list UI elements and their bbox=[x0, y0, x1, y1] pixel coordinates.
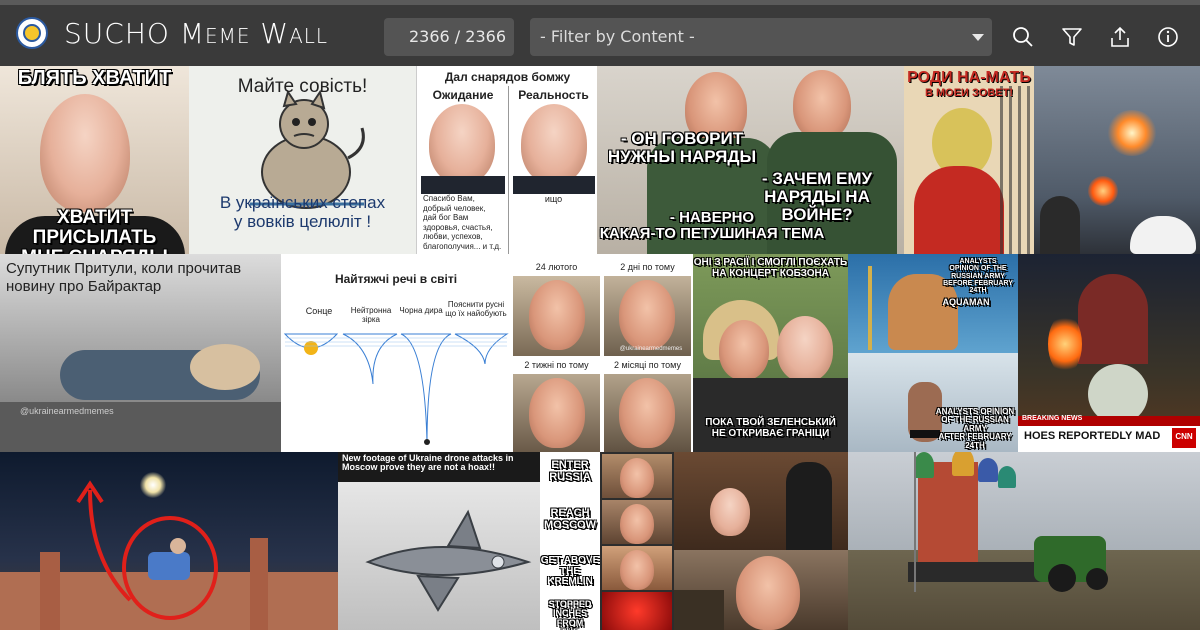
title-suffix: Meme Wall bbox=[179, 17, 329, 50]
meme-caption: - НАВЕРНО КАКАЯ-ТО ПЕТУШИНАЯ ТЕМА bbox=[599, 209, 825, 242]
meme-watermark: @ukrainearmedmemes bbox=[20, 406, 114, 416]
meme-label: 2 місяці по тому bbox=[614, 360, 681, 370]
meme-label: Пояснити русні що їх найобують bbox=[445, 300, 507, 318]
title-prefix: SUCHO bbox=[64, 17, 170, 50]
meme-caption: В українських степах у вовків целюліт ! bbox=[219, 193, 386, 231]
filter-placeholder: - Filter by Content - bbox=[540, 27, 695, 46]
meme-tile-1[interactable]: БЛЯТЬ ХВАТИТ ХВАТИТ ПРИСЫЛАТЬ МНЕ СНАРЯД… bbox=[0, 66, 189, 254]
meme-tile-12[interactable]: BREAKING NEWS HOES REPORTEDLY MAD CNN bbox=[1018, 254, 1200, 452]
app-title: SUCHO Meme Wall bbox=[64, 14, 328, 54]
meme-caption: Супутник Притули, коли прочитав новину п… bbox=[6, 260, 242, 295]
meme-caption: ANALYSTS OPINION OF THE RUSSIAN ARMY BEF… bbox=[943, 258, 1013, 295]
meme-tile-15[interactable]: ENTER RUSSIA REACH MOSCOW GET ABOVE THE … bbox=[540, 452, 600, 630]
meme-step: GET ABOVE THE KREMLIN bbox=[540, 555, 600, 587]
content-filter-select[interactable]: - Filter by Content - bbox=[530, 18, 992, 56]
meme-caption: New footage of Ukraine drone attacks in … bbox=[342, 453, 514, 473]
search-icon[interactable] bbox=[1012, 26, 1034, 48]
item-counter: 2366 / 2366 bbox=[384, 18, 514, 56]
meme-label: Сонце bbox=[305, 306, 333, 316]
meme-caption: HOES REPORTEDLY MAD bbox=[1024, 430, 1161, 442]
meme-tile-3[interactable]: Дал снарядов бомжу Ожидание Реальность С… bbox=[416, 66, 597, 254]
meme-tile-6[interactable] bbox=[1034, 66, 1200, 254]
meme-text: ищо bbox=[544, 194, 563, 204]
meme-tile-19[interactable] bbox=[848, 452, 1200, 630]
top-bar: SUCHO Meme Wall 2366 / 2366 - Filter by … bbox=[0, 0, 1200, 66]
chevron-down-icon bbox=[972, 34, 984, 41]
meme-tile-8[interactable]: Найтяжчі речі в світі Сонце Нейтронна зі… bbox=[281, 254, 511, 452]
meme-tile-7[interactable]: Супутник Притули, коли прочитав новину п… bbox=[0, 254, 281, 452]
meme-caption: Майте совість! bbox=[237, 76, 368, 97]
meme-title: Найтяжчі речі в світі bbox=[334, 272, 458, 286]
meme-label: Нейтронна зірка bbox=[350, 306, 392, 324]
meme-caption: ОНІ З РАСІЇ І СМОГЛІ ПОЄХАТЬ НА КОНЦЕРТ … bbox=[693, 257, 848, 279]
meme-step: STOPPED INCHES FROM THE KREMLIN bbox=[548, 599, 592, 630]
meme-step: ENTER RUSSIA bbox=[549, 459, 591, 483]
meme-tile-4[interactable]: - ОН ГОВОРИТ НУЖНЫ НАРЯДЫ - ЗАЧЕМ ЕМУ НА… bbox=[597, 66, 904, 254]
meme-poster-text: AQUAMAN bbox=[942, 297, 990, 307]
meme-tile-11[interactable]: AQUAMAN ANALYSTS OPINION OF THE RUSSIAN … bbox=[848, 254, 1018, 452]
meme-caption: БЛЯТЬ ХВАТИТ bbox=[17, 67, 172, 89]
filter-icon[interactable] bbox=[1061, 26, 1083, 48]
meme-caption: ANALYSTS OPINION OF THE RUSSIAN ARMY AFT… bbox=[935, 407, 1015, 450]
meme-label: Ожидание bbox=[432, 88, 494, 102]
meme-tile-2[interactable]: Майте совість! В українських степах у во… bbox=[189, 66, 416, 254]
meme-tile-18[interactable] bbox=[674, 550, 848, 630]
info-icon[interactable] bbox=[1157, 26, 1179, 48]
meme-label: Реальность bbox=[518, 88, 589, 102]
network-logo: CNN bbox=[1175, 432, 1193, 441]
breaking-news-label: BREAKING NEWS bbox=[1022, 415, 1083, 422]
meme-tile-14[interactable]: New footage of Ukraine drone attacks in … bbox=[338, 452, 540, 630]
share-icon[interactable] bbox=[1109, 26, 1131, 48]
meme-tile-9[interactable]: 24 лютого 2 дні по тому 2 тижні по тому … bbox=[511, 254, 693, 452]
meme-label: Чорна дира bbox=[399, 306, 443, 315]
meme-tile-16[interactable] bbox=[600, 452, 674, 630]
meme-label: 24 лютого bbox=[535, 262, 578, 272]
meme-tile-17[interactable] bbox=[674, 452, 848, 550]
meme-label: 2 тижні по тому bbox=[524, 360, 589, 370]
sucho-logo[interactable] bbox=[16, 17, 48, 49]
meme-tile-10[interactable]: ОНІ З РАСІЇ І СМОГЛІ ПОЄХАТЬ НА КОНЦЕРТ … bbox=[693, 254, 848, 452]
meme-caption: В МОЕИ ЗОВЕТ! bbox=[925, 87, 1013, 99]
meme-caption: - ОН ГОВОРИТ НУЖНЫ НАРЯДЫ bbox=[607, 129, 757, 166]
meme-watermark: @ukrainearmedmemes bbox=[619, 346, 683, 352]
meme-title: Дал снарядов бомжу bbox=[444, 70, 571, 84]
meme-caption: ХВАТИТ ПРИСЫЛАТЬ МНЕ СНАРЯДЫ bbox=[21, 207, 168, 254]
meme-text: Спасибо Вам, добрый человек, дай бог Вам… bbox=[423, 194, 502, 251]
meme-tile-13[interactable] bbox=[0, 452, 338, 630]
meme-tile-5[interactable]: РОДИ НА-МАТЬ В МОЕИ ЗОВЕТ! bbox=[904, 66, 1034, 254]
meme-caption: ПОКА ТВОЙ ЗЕЛЕНСЬКИЙ НЕ ОТКРИВАЄ ГРАНІЦИ bbox=[705, 417, 836, 439]
meme-step: REACH MOSCOW bbox=[544, 507, 596, 531]
meme-caption: РОДИ НА-МАТЬ bbox=[907, 69, 1031, 86]
meme-label: 2 дні по тому bbox=[620, 262, 675, 272]
meme-wall-app: SUCHO Meme Wall 2366 / 2366 - Filter by … bbox=[0, 0, 1200, 630]
